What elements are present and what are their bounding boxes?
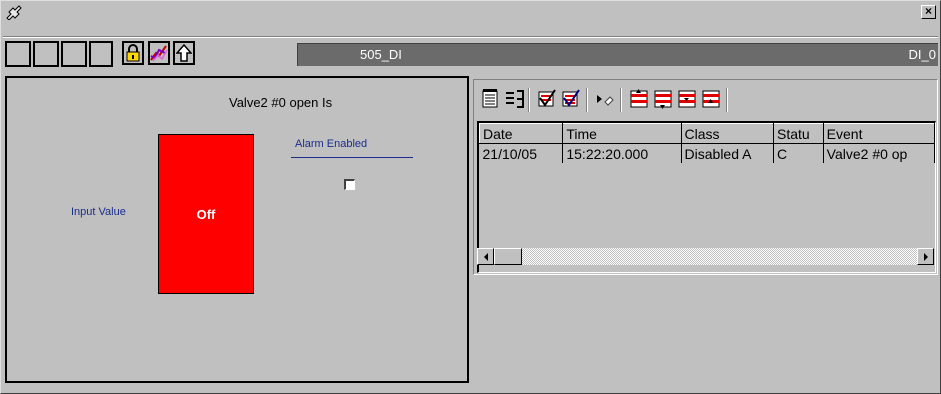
trend-button[interactable] [148, 41, 170, 65]
play-icon[interactable] [594, 88, 616, 110]
alarm-list-panel: Date Time Class Statu Event 21/10/05 15:… [473, 79, 938, 275]
priority-1-icon[interactable] [628, 88, 650, 110]
acknowledge-icon[interactable] [480, 88, 502, 110]
toolbar-slot[interactable] [61, 41, 87, 67]
toolbar-slot[interactable] [5, 41, 31, 67]
alarm-enabled-checkbox[interactable] [344, 179, 355, 190]
cell-status: C [773, 143, 824, 164]
table-row[interactable]: 21/10/05 15:22:20.000 Disabled A C Valve… [479, 143, 935, 164]
alarm-table: Date Time Class Statu Event 21/10/05 15:… [479, 123, 935, 164]
cell-event: Valve2 #0 op [823, 143, 935, 164]
alarm-header-row: Date Time Class Statu Event [479, 123, 935, 144]
lock-icon [126, 44, 140, 62]
tag-name: 505_DI [360, 47, 402, 62]
right-arrow-icon [923, 252, 928, 261]
alarm-underline [291, 157, 413, 158]
top-toolbar: 505_DI DI_0 [5, 41, 938, 67]
toolbar-divider [528, 88, 530, 112]
digital-input-panel: Valve2 #0 open Is Input Value Off Alarm … [5, 76, 469, 383]
column-header-status[interactable]: Statu [772, 123, 824, 144]
alarm-enabled-label: Alarm Enabled [295, 138, 368, 150]
up-arrow-icon [176, 44, 192, 62]
cell-date: 21/10/05 [479, 143, 564, 164]
ack-selected-icon[interactable] [536, 88, 558, 110]
scroll-thumb[interactable] [494, 248, 522, 265]
toolbar-slot[interactable] [33, 41, 59, 67]
alarm-window: × 505_DI DI_0 Valve2 #0 open Is Input Va… [0, 0, 941, 394]
status-text: Off [196, 207, 216, 222]
priority-4-icon[interactable] [700, 88, 722, 110]
column-header-time[interactable]: Time [562, 123, 682, 144]
alarm-list-toolbar [478, 86, 933, 114]
status-indicator: Off [158, 134, 254, 294]
column-header-date[interactable]: Date [479, 123, 564, 144]
toolbar-divider [620, 88, 622, 112]
toolbar-divider [586, 88, 588, 112]
trend-icon [150, 45, 168, 62]
priority-3-icon[interactable] [676, 88, 698, 110]
cell-time: 15:22:20.000 [562, 143, 682, 164]
input-value-label: Input Value [71, 206, 126, 218]
list-icon[interactable] [504, 88, 526, 110]
title-bar: × [2, 2, 939, 22]
toolbar-slot[interactable] [89, 41, 113, 67]
up-button[interactable] [173, 41, 195, 65]
ack-all-icon[interactable] [560, 88, 582, 110]
point-title: Valve2 #0 open Is [229, 95, 333, 110]
cell-class: Disabled A [681, 143, 774, 164]
close-button[interactable]: × [921, 5, 936, 19]
column-header-class[interactable]: Class [680, 123, 774, 144]
pin-icon [6, 5, 22, 20]
left-arrow-icon [483, 252, 488, 261]
tag-description: DI_0 [908, 47, 936, 62]
scroll-right-button[interactable] [917, 248, 934, 265]
priority-2-icon[interactable] [652, 88, 674, 110]
title-separator [3, 36, 938, 38]
column-header-event[interactable]: Event [822, 123, 935, 144]
tag-name-bar: 505_DI DI_0 [297, 43, 938, 66]
scroll-left-button[interactable] [477, 248, 494, 265]
lock-button[interactable] [122, 41, 144, 65]
toolbar-divider [726, 88, 728, 112]
horizontal-scrollbar[interactable] [477, 248, 934, 265]
